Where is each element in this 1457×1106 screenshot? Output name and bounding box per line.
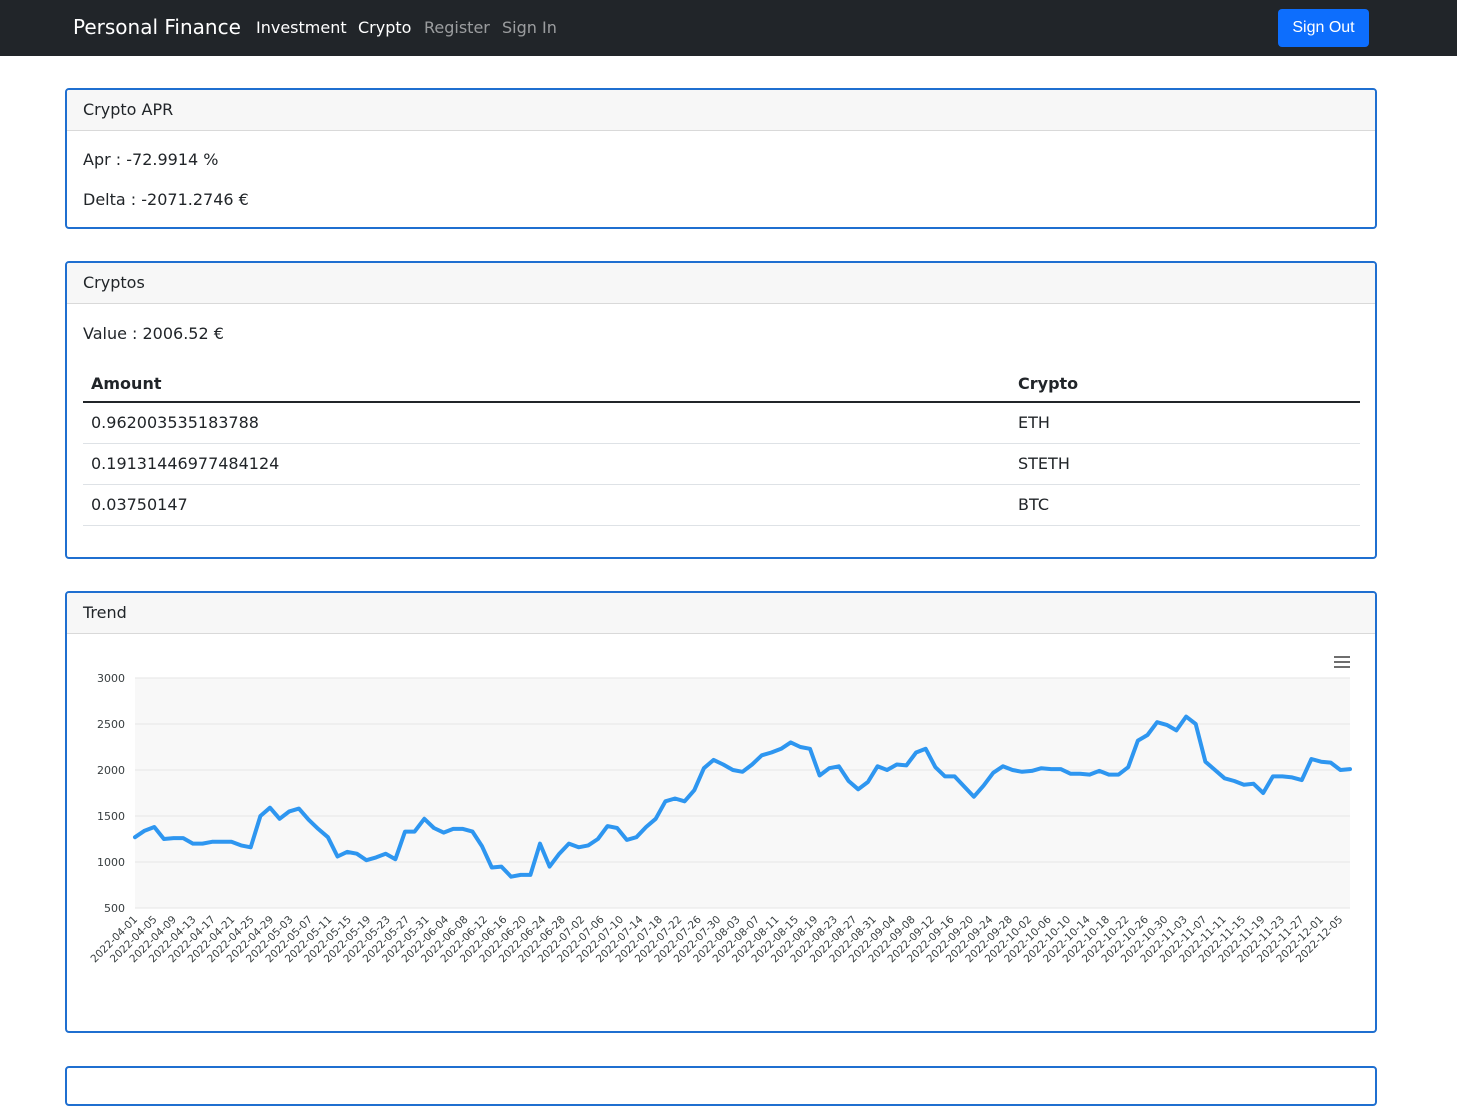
next-card: [65, 1066, 1377, 1106]
sign-out-button[interactable]: Sign Out: [1278, 9, 1369, 47]
crypto-cell: STETH: [1010, 443, 1360, 485]
y-tick-label: 2500: [97, 718, 125, 731]
portfolio-value: Value : 2006.52 €: [83, 324, 224, 343]
table-row: 0.962003535183788 ETH: [83, 402, 1360, 444]
trend-card: Trend 500 1000 1500 2000 2500 3000 2022-04-01 2…: [65, 591, 1377, 1033]
nav-investment[interactable]: Investment: [256, 18, 347, 37]
y-tick-label: 3000: [97, 672, 125, 685]
crypto-cell: ETH: [1010, 402, 1360, 444]
table-row: 0.03750147 BTC: [83, 484, 1360, 526]
delta-value: Delta : -2071.2746 €: [83, 190, 249, 209]
trend-title: Trend: [67, 593, 1375, 634]
cryptos-card: Cryptos Value : 2006.52 € Amount Crypto …: [65, 261, 1377, 559]
y-tick-label: 2000: [97, 764, 125, 777]
trend-chart: 500100015002000250030002022-04-012022-04…: [88, 672, 1352, 965]
crypto-table: Amount Crypto 0.962003535183788 ETH 0.19…: [83, 366, 1360, 526]
hamburger-menu-icon[interactable]: [1334, 656, 1350, 668]
nav-sign-in[interactable]: Sign In: [502, 18, 557, 37]
amount-cell: 0.19131446977484124: [83, 443, 1010, 485]
nav-register[interactable]: Register: [424, 18, 490, 37]
trend-body: 500 1000 1500 2000 2500 3000 2022-04-01 2022-04…: [67, 634, 1375, 1031]
y-tick-label: 1500: [97, 810, 125, 823]
header-crypto: Crypto: [1010, 366, 1360, 403]
header-amount: Amount: [83, 366, 1010, 403]
nav-crypto[interactable]: Crypto: [358, 18, 411, 37]
table-header-row: Amount Crypto: [83, 366, 1360, 403]
y-tick-label: 1000: [97, 856, 125, 869]
navbar: Personal Finance Investment Crypto Regis…: [0, 0, 1457, 56]
y-tick-label: 500: [104, 902, 125, 915]
amount-cell: 0.03750147: [83, 484, 1010, 526]
apr-value: Apr : -72.9914 %: [83, 150, 219, 169]
amount-cell: 0.962003535183788: [83, 402, 1010, 444]
plot-area: [135, 678, 1350, 908]
table-row: 0.19131446977484124 STETH: [83, 443, 1360, 485]
cryptos-title: Cryptos: [67, 263, 1375, 304]
crypto-apr-card: Crypto APR Apr : -72.9914 % Delta : -207…: [65, 88, 1377, 229]
crypto-cell: BTC: [1010, 484, 1360, 526]
brand-link[interactable]: Personal Finance: [73, 15, 241, 39]
crypto-apr-title: Crypto APR: [67, 90, 1375, 131]
